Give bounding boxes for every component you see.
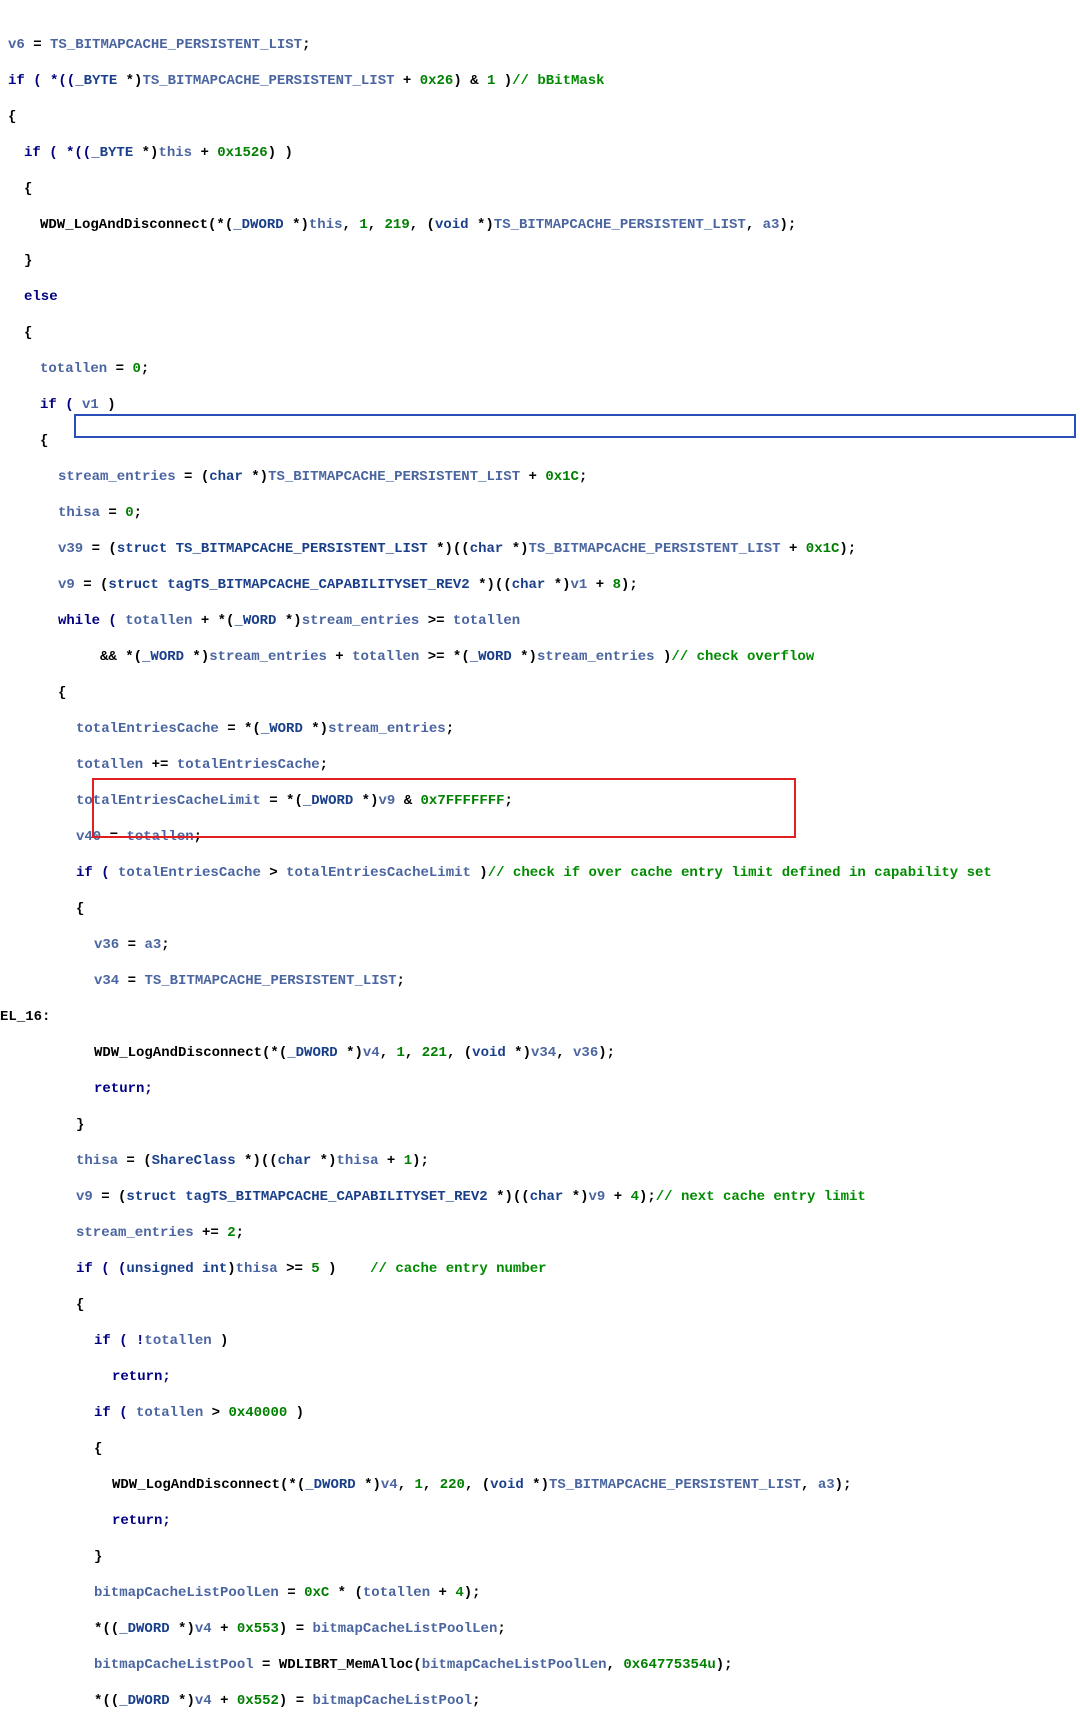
code-line-highlighted-red: bitmapCacheListPoolLen = 0xC * (totallen… <box>94 1584 1080 1602</box>
code-line: v39 = (struct TS_BITMAPCACHE_PERSISTENT_… <box>58 540 1080 558</box>
code-line: if ( totallen > 0x40000 ) <box>94 1404 1080 1422</box>
code-line: else <box>24 288 1080 306</box>
code-line: totallen = 0; <box>40 360 1080 378</box>
code-line: while ( totallen + *(_WORD *)stream_entr… <box>58 612 1080 630</box>
code-line-highlighted-blue: if ( totalEntriesCache > totalEntriesCac… <box>76 864 1080 882</box>
code-line: { <box>76 900 1080 918</box>
code-line-highlighted-red: *((_DWORD *)v4 + 0x553) = bitmapCacheLis… <box>94 1620 1080 1638</box>
code-line: WDW_LogAndDisconnect(*(_DWORD *)this, 1,… <box>40 216 1080 234</box>
code-label: EL_16: <box>0 1008 1080 1026</box>
code-line: { <box>24 324 1080 342</box>
code-line: thisa = 0; <box>58 504 1080 522</box>
code-line: v40 = totallen; <box>76 828 1080 846</box>
code-line: v9 = (struct tagTS_BITMAPCACHE_CAPABILIT… <box>58 576 1080 594</box>
code-line: if ( (unsigned int)thisa >= 5 ) // cache… <box>76 1260 1080 1278</box>
code-line: thisa = (ShareClass *)((char *)thisa + 1… <box>76 1152 1080 1170</box>
code-line: totalEntriesCacheLimit = *(_DWORD *)v9 &… <box>76 792 1080 810</box>
code-line: WDW_LogAndDisconnect(*(_DWORD *)v4, 1, 2… <box>94 1044 1080 1062</box>
code-line: if ( !totallen ) <box>94 1332 1080 1350</box>
code-line: v34 = TS_BITMAPCACHE_PERSISTENT_LIST; <box>94 972 1080 990</box>
code-line: totalEntriesCache = *(_WORD *)stream_ent… <box>76 720 1080 738</box>
code-line: { <box>94 1440 1080 1458</box>
code-line: if ( *((_BYTE *)this + 0x1526) ) <box>24 144 1080 162</box>
code-line: return; <box>112 1368 1080 1386</box>
code-line: { <box>76 1296 1080 1314</box>
code-line: } <box>76 1116 1080 1134</box>
code-line: { <box>8 108 1080 126</box>
code-line: && *(_WORD *)stream_entries + totallen >… <box>58 648 1080 666</box>
code-line: totallen += totalEntriesCache; <box>76 756 1080 774</box>
code-line: { <box>40 432 1080 450</box>
code-line: v9 = (struct tagTS_BITMAPCACHE_CAPABILIT… <box>76 1188 1080 1206</box>
code-line: stream_entries += 2; <box>76 1224 1080 1242</box>
code-line: v6 = TS_BITMAPCACHE_PERSISTENT_LIST; <box>8 36 1080 54</box>
code-line-highlighted-red: bitmapCacheListPool = WDLIBRT_MemAlloc(b… <box>94 1656 1080 1674</box>
code-line: if ( *((_BYTE *)TS_BITMAPCACHE_PERSISTEN… <box>8 72 1080 90</box>
code-line: { <box>24 180 1080 198</box>
code-line: v36 = a3; <box>94 936 1080 954</box>
code-line: return; <box>112 1512 1080 1530</box>
code-line: { <box>58 684 1080 702</box>
code-line: } <box>24 252 1080 270</box>
code-line: *((_DWORD *)v4 + 0x552) = bitmapCacheLis… <box>94 1692 1080 1710</box>
code-line: if ( v1 ) <box>40 396 1080 414</box>
decompiled-code-view: v6 = TS_BITMAPCACHE_PERSISTENT_LIST; if … <box>0 0 1080 1726</box>
code-line: } <box>94 1548 1080 1566</box>
code-line: WDW_LogAndDisconnect(*(_DWORD *)v4, 1, 2… <box>112 1476 1080 1494</box>
code-line: return; <box>94 1080 1080 1098</box>
code-line: stream_entries = (char *)TS_BITMAPCACHE_… <box>58 468 1080 486</box>
